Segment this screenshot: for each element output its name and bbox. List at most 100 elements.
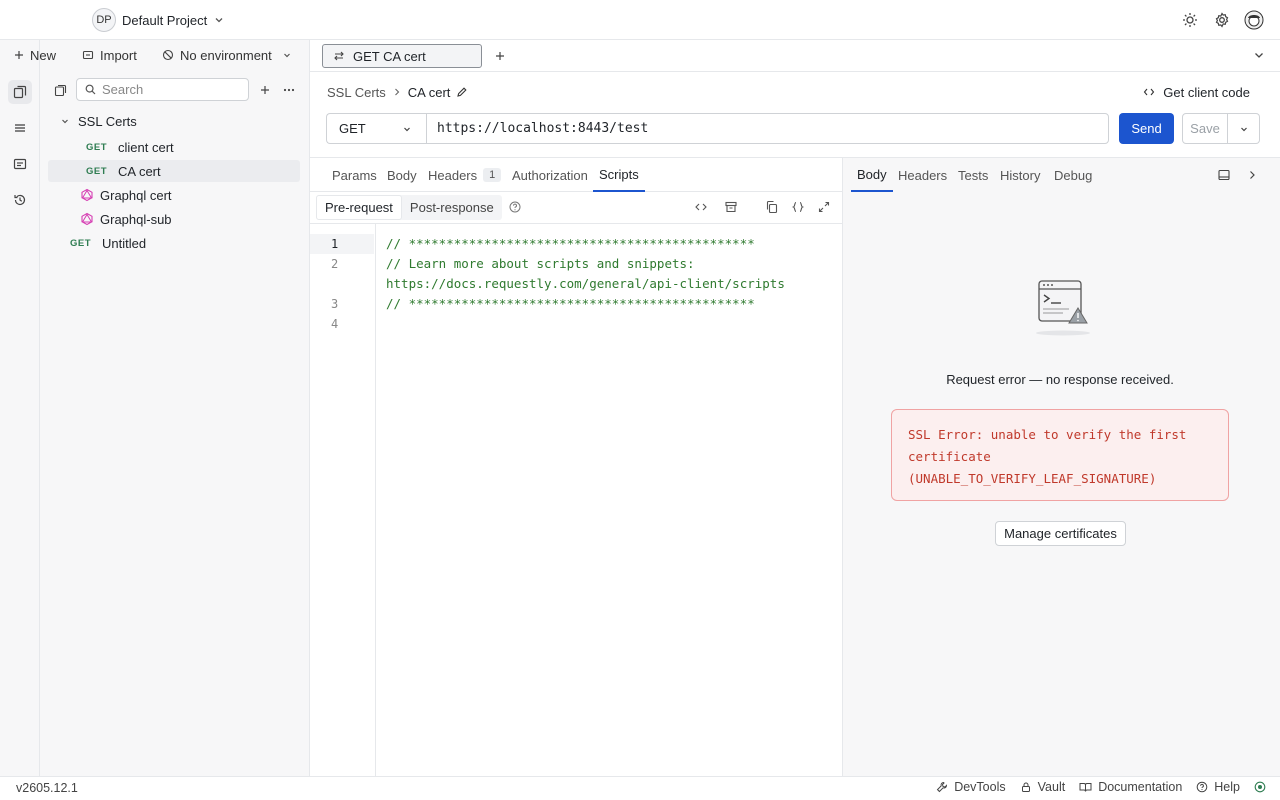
tree-item-ca-cert[interactable]: GET CA cert xyxy=(48,160,300,182)
line-number: 1 xyxy=(310,234,374,254)
tab-label: Params xyxy=(332,167,377,183)
error-title: Request error — no response received. xyxy=(946,372,1174,387)
project-avatar: DP xyxy=(92,8,116,32)
response-tab-body[interactable]: Body xyxy=(851,158,893,192)
breadcrumb-request[interactable]: CA cert xyxy=(408,85,451,100)
method-select[interactable]: GET xyxy=(326,113,426,144)
code-icon[interactable] xyxy=(694,200,710,216)
response-tab-tests[interactable]: Tests xyxy=(958,158,988,192)
layout-panel-icon[interactable] xyxy=(1217,168,1233,184)
apis-icon[interactable] xyxy=(8,116,32,140)
collection-view-icon[interactable] xyxy=(50,80,70,100)
sidebar: New Import No environment SSL Certs GET … xyxy=(15,40,310,776)
response-tab-debug[interactable]: Debug xyxy=(1054,158,1092,192)
response-panel: Body Headers Tests History Debug Request… xyxy=(842,157,1280,776)
user-avatar[interactable] xyxy=(1244,10,1264,30)
method-badge: GET xyxy=(86,141,108,153)
folder-ssl-certs[interactable]: SSL Certs xyxy=(48,110,300,132)
history-icon[interactable] xyxy=(8,188,32,212)
lock-icon xyxy=(1020,781,1032,793)
ssl-error-box: SSL Error: unable to verify the first ce… xyxy=(891,409,1229,501)
search-box[interactable] xyxy=(76,78,249,101)
tab-label: Headers xyxy=(428,167,478,183)
script-toolbar: Pre-request Post-response xyxy=(310,192,842,224)
url-value: https://localhost:8443/test xyxy=(437,121,649,136)
environment-select[interactable]: No environment xyxy=(162,40,292,70)
no-entry-icon xyxy=(162,49,174,61)
add-icon[interactable] xyxy=(255,80,275,100)
tree-item-untitled[interactable]: GET Untitled xyxy=(48,232,300,254)
environments-icon[interactable] xyxy=(8,152,32,176)
tab-headers[interactable]: Headers 1 xyxy=(428,158,502,192)
tree-item-graphql-sub[interactable]: Graphql-sub xyxy=(48,208,300,230)
chevron-down-icon xyxy=(402,124,412,134)
tree-item-graphql-cert[interactable]: Graphql cert xyxy=(48,184,300,206)
post-response-tab[interactable]: Post-response xyxy=(402,195,502,220)
chevron-down-icon xyxy=(60,116,70,126)
tab-label: GET CA cert xyxy=(353,48,426,64)
pencil-icon[interactable] xyxy=(456,86,468,98)
code-line: // Learn more about scripts and snippets… xyxy=(386,256,695,271)
response-tab-history[interactable]: History xyxy=(1000,158,1040,192)
tab-label: Body xyxy=(387,167,417,183)
pre-request-tab[interactable]: Pre-request xyxy=(316,195,402,220)
tree-item-label: Graphql-sub xyxy=(100,211,172,227)
tree-item-client-cert[interactable]: GET client cert xyxy=(48,136,300,158)
save-button[interactable]: Save xyxy=(1182,113,1228,144)
url-input[interactable]: https://localhost:8443/test xyxy=(426,113,1109,144)
chevron-down-icon xyxy=(1239,124,1249,134)
app-version: v2605.12.1 xyxy=(16,781,78,795)
theme-toggle-icon[interactable] xyxy=(1180,10,1200,30)
response-tabs: Body Headers Tests History Debug xyxy=(843,158,1280,193)
more-icon[interactable] xyxy=(279,80,299,100)
chevron-down-icon[interactable] xyxy=(1252,48,1268,64)
new-button[interactable]: New xyxy=(14,40,56,70)
import-button[interactable]: Import xyxy=(82,40,137,70)
project-name: Default Project xyxy=(122,12,208,28)
save-options-button[interactable] xyxy=(1228,113,1260,144)
response-tab-headers[interactable]: Headers xyxy=(898,158,947,192)
tab-get-ca-cert[interactable]: GET CA cert xyxy=(322,44,482,68)
tab-scripts[interactable]: Scripts xyxy=(593,158,645,192)
breadcrumb: SSL Certs CA cert xyxy=(327,82,468,102)
chevron-down-icon xyxy=(282,50,292,60)
archive-icon[interactable] xyxy=(724,200,740,216)
devtools-button[interactable]: DevTools xyxy=(936,780,1006,794)
tab-label: Authorization xyxy=(512,167,588,183)
breadcrumb-collection[interactable]: SSL Certs xyxy=(327,85,386,100)
tree-item-label: CA cert xyxy=(118,163,161,179)
project-switcher[interactable]: DP Default Project xyxy=(92,8,225,32)
line-number: 3 xyxy=(331,297,339,311)
tab-authorization[interactable]: Authorization xyxy=(512,158,588,192)
tree-item-label: client cert xyxy=(118,139,174,155)
wrench-icon xyxy=(936,781,948,793)
tree-item-label: SSL Certs xyxy=(78,113,137,129)
get-code-label: Get client code xyxy=(1163,84,1250,100)
search-input[interactable] xyxy=(102,82,242,97)
send-button[interactable]: Send xyxy=(1119,113,1174,144)
script-editor[interactable]: 1 2 3 4 // *****************************… xyxy=(310,224,842,776)
help-icon[interactable] xyxy=(508,200,524,216)
documentation-button[interactable]: Documentation xyxy=(1079,780,1182,794)
line-number: 4 xyxy=(331,317,339,331)
braces-icon[interactable] xyxy=(791,200,807,216)
new-tab-button[interactable] xyxy=(490,46,510,66)
line-gutter: 1 2 3 4 xyxy=(310,224,376,776)
tab-label: History xyxy=(1000,167,1041,183)
connection-status-icon[interactable] xyxy=(1254,781,1266,793)
get-client-code-button[interactable]: Get client code xyxy=(1143,82,1250,102)
vault-button[interactable]: Vault xyxy=(1020,780,1065,794)
terminal-error-illustration xyxy=(1033,278,1093,336)
manage-certificates-button[interactable]: Manage certificates xyxy=(995,521,1126,546)
expand-icon[interactable] xyxy=(817,200,833,216)
chevron-right-icon[interactable] xyxy=(1245,168,1261,184)
copy-icon[interactable] xyxy=(765,200,781,216)
collections-icon[interactable] xyxy=(8,80,32,104)
gear-icon[interactable] xyxy=(1212,10,1232,30)
help-button[interactable]: Help xyxy=(1196,780,1240,794)
error-line: certificate xyxy=(908,449,991,464)
book-icon xyxy=(1079,781,1092,793)
tab-params[interactable]: Params xyxy=(332,158,377,192)
tab-body[interactable]: Body xyxy=(387,158,417,192)
chevron-right-icon xyxy=(392,87,402,97)
